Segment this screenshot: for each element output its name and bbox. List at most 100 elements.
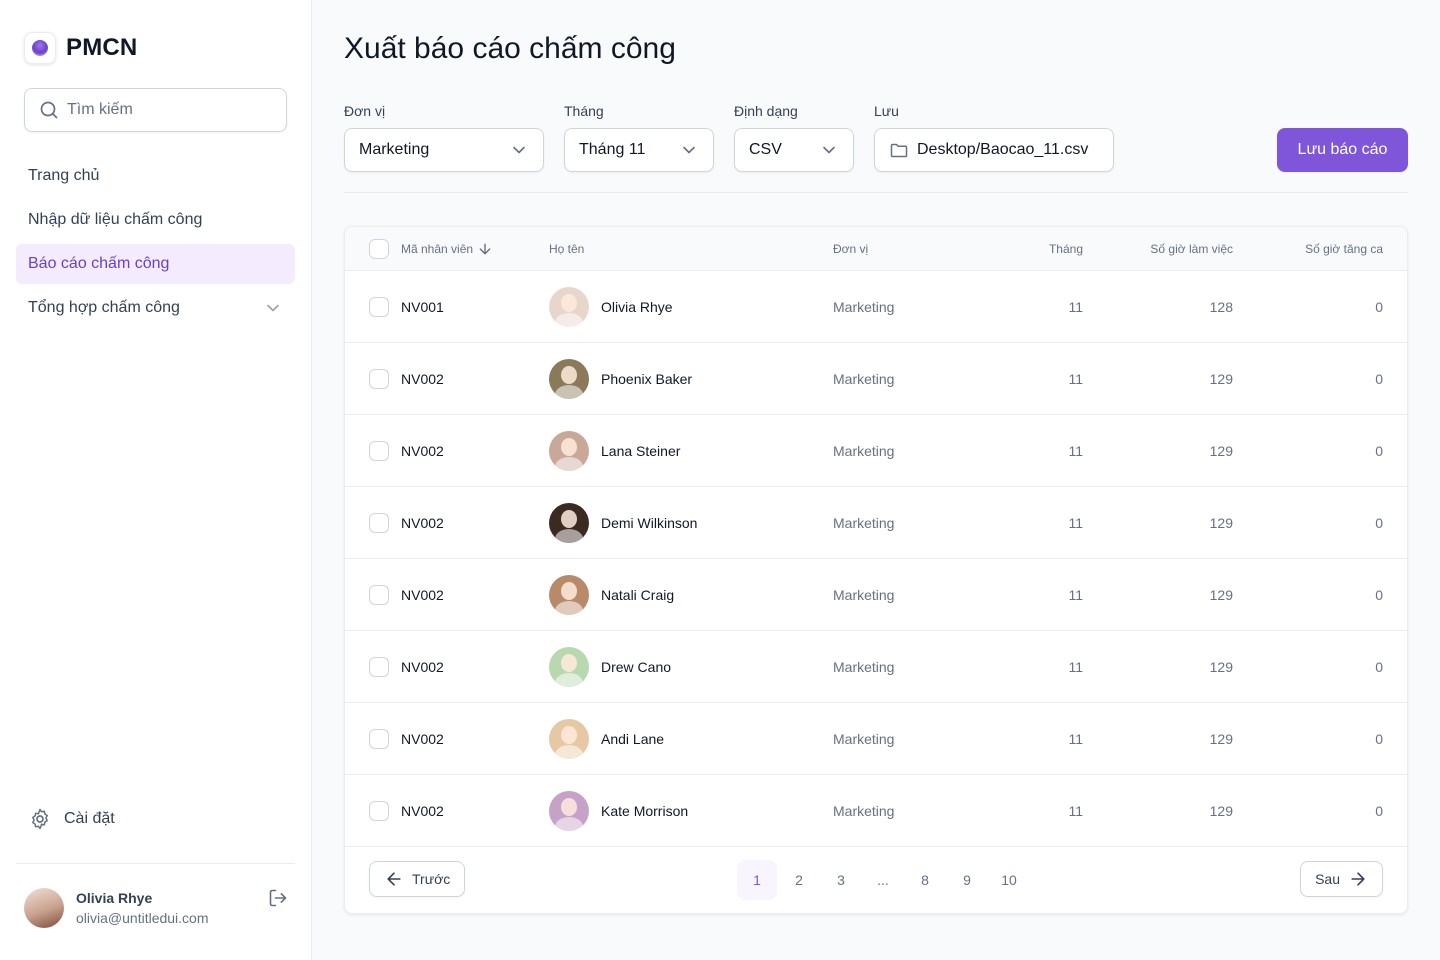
row-checkbox[interactable] (369, 584, 389, 605)
row-checkbox[interactable] (369, 440, 389, 461)
employee-id: NV002 (401, 586, 444, 603)
gear-icon (32, 808, 48, 830)
pagination: Trước 1 2 3... 8 9 10 Sau (345, 847, 1407, 913)
page-number[interactable]: 3 (821, 860, 861, 900)
month-value: Tháng 11 (579, 141, 646, 158)
page-numbers: 1 2 3... 8 9 10 (737, 860, 1029, 900)
save-path-field[interactable]: Desktop/Baocao_11.csv (874, 128, 1114, 172)
table-row[interactable]: NV002 Demi Wilkinson Marketing 11 129 0 (345, 487, 1407, 559)
chevron-down-icon (267, 304, 279, 312)
employee-name: Olivia Rhye (601, 298, 673, 315)
department-label: Đơn vị (344, 103, 386, 119)
sidebar-item-home[interactable]: Trang chủ (16, 156, 295, 196)
avatar (549, 502, 589, 543)
avatar[interactable] (24, 888, 64, 928)
table-row[interactable]: NV002 Kate Morrison Marketing 11 129 0 (345, 775, 1407, 847)
search-box[interactable] (24, 88, 287, 132)
column-header-overtime: Số giờ tăng ca (1305, 241, 1383, 256)
settings-button[interactable]: Cài đặt (16, 799, 295, 839)
select-all-checkbox[interactable] (369, 238, 389, 259)
employee-overtime: 0 (1375, 370, 1383, 387)
row-checkbox[interactable] (369, 656, 389, 677)
month-select[interactable]: Tháng 11 (564, 128, 714, 172)
folder-icon (890, 143, 908, 158)
page-number[interactable]: 8 (905, 860, 945, 900)
row-checkbox[interactable] (369, 296, 389, 317)
brand[interactable]: PMCN (24, 32, 137, 64)
employee-hours: 129 (1209, 370, 1233, 387)
sidebar-item-label: Báo cáo chấm công (28, 255, 170, 272)
employee-month: 11 (1068, 802, 1083, 819)
user-profile: Olivia Rhye olivia@untitledui.com (24, 888, 288, 928)
sidebar: PMCN Trang chủ Nhập dữ liệu chấm công Bá… (0, 0, 312, 960)
employee-name: Andi Lane (601, 730, 665, 747)
avatar (549, 430, 589, 471)
next-page-button[interactable]: Sau (1300, 861, 1383, 897)
employee-overtime: 0 (1375, 514, 1383, 531)
sidebar-item-attendance-summary[interactable]: Tổng hợp chấm công (16, 288, 295, 328)
table-row[interactable]: NV002 Drew Cano Marketing 11 129 0 (345, 631, 1407, 703)
employee-name: Drew Cano (601, 658, 672, 675)
page-title: Xuất báo cáo chấm công (344, 32, 676, 65)
column-header-name: Họ tên (549, 241, 585, 256)
format-label: Định dạng (734, 103, 798, 119)
previous-page-button[interactable]: Trước (369, 861, 466, 897)
avatar (549, 790, 589, 831)
employee-hours: 129 (1209, 442, 1233, 459)
employee-id: NV002 (401, 442, 444, 459)
employee-name: Kate Morrison (601, 802, 689, 819)
row-checkbox[interactable] (369, 512, 389, 533)
sidebar-item-import-attendance[interactable]: Nhập dữ liệu chấm công (16, 200, 295, 240)
search-input[interactable] (67, 101, 267, 119)
sidebar-item-attendance-report[interactable]: Báo cáo chấm công (16, 244, 295, 284)
employee-hours: 128 (1209, 298, 1233, 315)
department-select[interactable]: Marketing (344, 128, 544, 172)
month-label: Tháng (564, 103, 604, 119)
employee-overtime: 0 (1375, 298, 1383, 315)
save-path-value: Desktop/Baocao_11.csv (917, 141, 1089, 158)
table-row[interactable]: NV001 Olivia Rhye Marketing 11 128 0 (345, 271, 1407, 343)
employee-overtime: 0 (1375, 802, 1383, 819)
employee-id: NV002 (401, 730, 444, 747)
settings-label: Cài đặt (64, 810, 115, 827)
row-checkbox[interactable] (369, 800, 389, 821)
page-number[interactable]: 1 (737, 860, 777, 900)
employee-id: NV002 (401, 370, 444, 387)
employee-hours: 129 (1209, 802, 1233, 819)
employee-month: 11 (1068, 514, 1083, 531)
table-header: Mã nhân viên Họ tên Đơn vị Tháng Số giờ … (345, 227, 1407, 271)
table-row[interactable]: NV002 Phoenix Baker Marketing 11 129 0 (345, 343, 1407, 415)
table-row[interactable]: NV002 Andi Lane Marketing 11 129 0 (345, 703, 1407, 775)
arrow-left-icon (387, 872, 401, 886)
table-row[interactable]: NV002 Lana Steiner Marketing 11 129 0 (345, 415, 1407, 487)
arrow-down-icon (479, 243, 491, 254)
employee-overtime: 0 (1375, 730, 1383, 747)
chevron-down-icon (513, 146, 525, 154)
employee-dept: Marketing (833, 802, 895, 819)
row-checkbox[interactable] (369, 368, 389, 389)
search-icon (40, 101, 58, 119)
column-header-id[interactable]: Mã nhân viên (401, 227, 493, 270)
save-report-button[interactable]: Lưu báo cáo (1277, 128, 1408, 172)
chevron-down-icon (683, 146, 695, 154)
employee-dept: Marketing (833, 370, 895, 387)
employee-dept: Marketing (833, 514, 895, 531)
column-header-hours: Số giờ làm việc (1150, 241, 1233, 256)
sidebar-item-label: Nhập dữ liệu chấm công (28, 211, 203, 228)
logout-icon[interactable] (268, 888, 288, 908)
employee-hours: 129 (1209, 658, 1233, 675)
employee-dept: Marketing (833, 298, 895, 315)
employee-month: 11 (1068, 442, 1083, 459)
brand-name: PMCN (66, 34, 138, 61)
next-label: Sau (1315, 871, 1340, 887)
avatar (549, 358, 589, 399)
page-number[interactable]: 9 (947, 860, 987, 900)
avatar (549, 718, 589, 759)
format-select[interactable]: CSV (734, 128, 854, 172)
page-number[interactable]: 10 (989, 860, 1029, 900)
sidebar-item-label: Trang chủ (28, 167, 100, 184)
row-checkbox[interactable] (369, 728, 389, 749)
column-header-dept: Đơn vị (833, 241, 869, 256)
table-row[interactable]: NV002 Natali Craig Marketing 11 129 0 (345, 559, 1407, 631)
page-number[interactable]: 2 (779, 860, 819, 900)
